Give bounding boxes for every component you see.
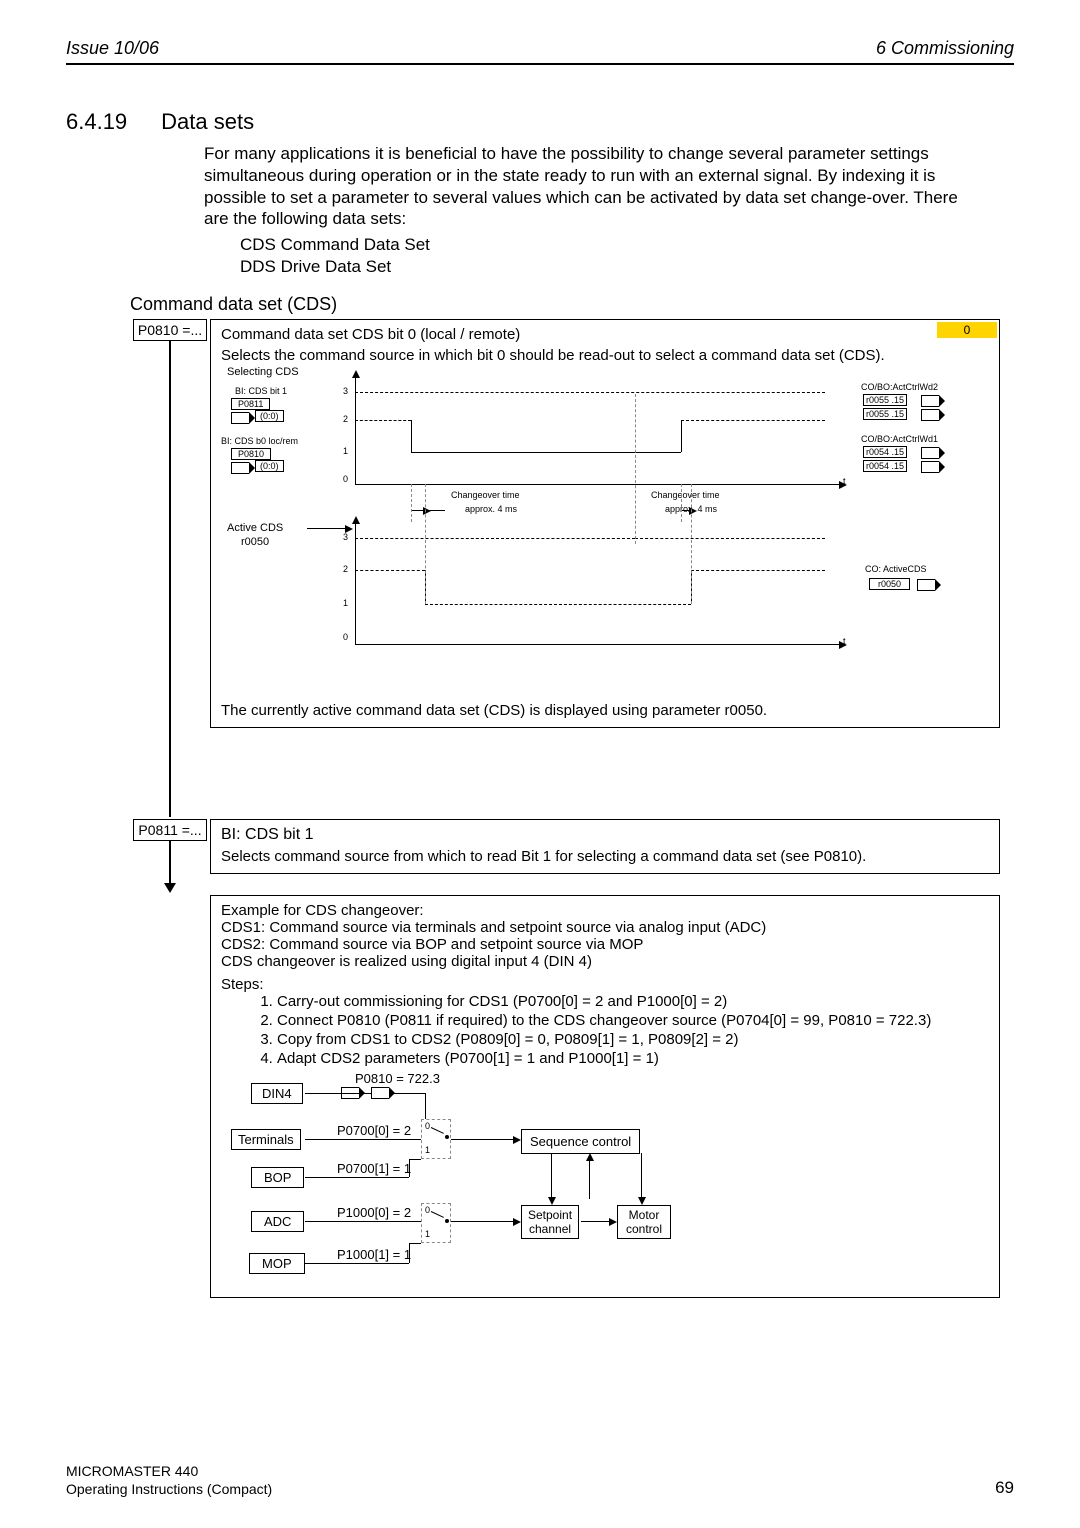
adc-box: ADC xyxy=(251,1211,304,1232)
ytick: 1 xyxy=(343,598,348,608)
p0810-idx: (0:0) xyxy=(255,460,284,472)
example-title: Example for CDS changeover: xyxy=(221,902,989,919)
terminals-box: Terminals xyxy=(231,1129,301,1150)
flow-arrow-down-icon xyxy=(164,883,176,893)
bi-connector-icon xyxy=(231,412,249,424)
changeover-label: Changeover time xyxy=(651,490,720,500)
section-title: Data sets xyxy=(161,109,254,135)
level-badge: 0 xyxy=(937,322,997,338)
co-activecds-label: CO: ActiveCDS xyxy=(865,564,927,574)
t-label-top: t xyxy=(843,476,846,486)
header-right: 6 Commissioning xyxy=(876,38,1014,59)
approx-label: approx. 4 ms xyxy=(465,504,517,514)
cobo-act1-label: CO/BO:ActCtrlWd1 xyxy=(861,434,938,444)
steps-title: Steps: xyxy=(221,976,989,993)
p0810-inner-box: P0810 xyxy=(231,448,271,460)
step-3: Copy from CDS1 to CDS2 (P0809[0] = 0, P0… xyxy=(277,1031,989,1048)
bop-box: BOP xyxy=(251,1167,304,1188)
p0810-desc: Selects the command source in which bit … xyxy=(221,347,989,364)
active-cds-label: Active CDS xyxy=(227,522,283,534)
section-number: 6.4.19 xyxy=(66,109,127,135)
step-2: Connect P0810 (P0811 if required) to the… xyxy=(277,1012,989,1029)
mop-box: MOP xyxy=(249,1253,305,1274)
cds-example-box: Example for CDS changeover: CDS1: Comman… xyxy=(210,895,1000,1298)
cds-timing-diagram: Selecting CDS BI: CDS bit 1 P0811 (0:0) … xyxy=(221,364,989,696)
r0055-box: r0055 .15 xyxy=(863,408,907,420)
p0811-box: P0811 xyxy=(231,398,270,410)
example-l2: CDS2: Command source via BOP and setpoin… xyxy=(221,936,989,953)
r0050-out-box: r0050 xyxy=(869,578,910,590)
footer-line1: MICROMASTER 440 xyxy=(66,1462,272,1480)
ytick: 1 xyxy=(343,446,348,456)
ytick: 3 xyxy=(343,386,348,396)
ytick: 0 xyxy=(343,474,348,484)
ytick: 3 xyxy=(343,532,348,542)
ytick: 2 xyxy=(343,414,348,424)
sequence-control-box: Sequence control xyxy=(521,1129,640,1154)
co-connector-icon xyxy=(921,447,939,459)
p0810-box: 0 Command data set CDS bit 0 (local / re… xyxy=(210,319,1000,728)
intro-item-2: DDS Drive Data Set xyxy=(240,256,984,278)
p0700-1-label: P0700[1] = 1 xyxy=(337,1161,411,1176)
cds-heading: Command data set (CDS) xyxy=(130,294,1014,315)
co-connector-icon xyxy=(921,409,939,421)
p1000-1-label: P1000[1] = 1 xyxy=(337,1247,411,1262)
changeover-label: Changeover time xyxy=(451,490,520,500)
ytick: 0 xyxy=(343,632,348,642)
bi-connector-icon xyxy=(231,462,249,474)
co-connector-icon xyxy=(917,579,935,591)
p0810-title: Command data set CDS bit 0 (local / remo… xyxy=(221,326,989,343)
footer-line2: Operating Instructions (Compact) xyxy=(66,1480,272,1498)
selecting-cds-label: Selecting CDS xyxy=(227,366,299,378)
r0050-label: r0050 xyxy=(241,536,269,548)
p1000-0-label: P1000[0] = 2 xyxy=(337,1205,411,1220)
step-4: Adapt CDS2 parameters (P0700[1] = 1 and … xyxy=(277,1050,989,1067)
p0811-title: BI: CDS bit 1 xyxy=(221,826,989,844)
example-l3: CDS changeover is realized using digital… xyxy=(221,953,989,970)
p0811-idx: (0:0) xyxy=(255,410,284,422)
bi-cds-bit1-label: BI: CDS bit 1 xyxy=(235,386,287,396)
co-connector-icon xyxy=(921,395,939,407)
bi-cds-b0-label: BI: CDS b0 loc/rem xyxy=(221,436,298,446)
r0055-box: r0055 .15 xyxy=(863,394,907,406)
intro-item-1: CDS Command Data Set xyxy=(240,234,984,256)
r0054-box: r0054 .15 xyxy=(863,460,907,472)
bi-connector-icon xyxy=(341,1087,359,1099)
bi-connector-icon xyxy=(371,1087,389,1099)
step-1: Carry-out commissioning for CDS1 (P0700[… xyxy=(277,993,989,1010)
p0810-eq-label: P0810 = 722.3 xyxy=(355,1071,440,1086)
param-p0811: P0811 =... xyxy=(133,819,206,841)
setpoint-channel-box: Setpoint channel xyxy=(521,1205,579,1239)
p0700-0-label: P0700[0] = 2 xyxy=(337,1123,411,1138)
p0811-box: BI: CDS bit 1 Selects command source fro… xyxy=(210,819,1000,874)
motor-control-box: Motor control xyxy=(617,1205,671,1239)
cobo-act2-label: CO/BO:ActCtrlWd2 xyxy=(861,382,938,392)
page-number: 69 xyxy=(995,1478,1014,1498)
p0810-tail: The currently active command data set (C… xyxy=(221,702,989,719)
ytick: 2 xyxy=(343,564,348,574)
din4-box: DIN4 xyxy=(251,1083,303,1104)
co-connector-icon xyxy=(921,461,939,473)
intro-paragraph: For many applications it is beneficial t… xyxy=(204,143,984,230)
param-p0810: P0810 =... xyxy=(133,319,207,341)
p0811-desc: Selects command source from which to rea… xyxy=(221,848,989,865)
r0054-box: r0054 .15 xyxy=(863,446,907,458)
example-l1: CDS1: Command source via terminals and s… xyxy=(221,919,989,936)
cds-example-diagram: DIN4 Terminals BOP ADC MOP P0810 = 722.3 xyxy=(221,1071,989,1289)
t-label-bottom: t xyxy=(843,636,846,646)
header-left: Issue 10/06 xyxy=(66,38,159,59)
